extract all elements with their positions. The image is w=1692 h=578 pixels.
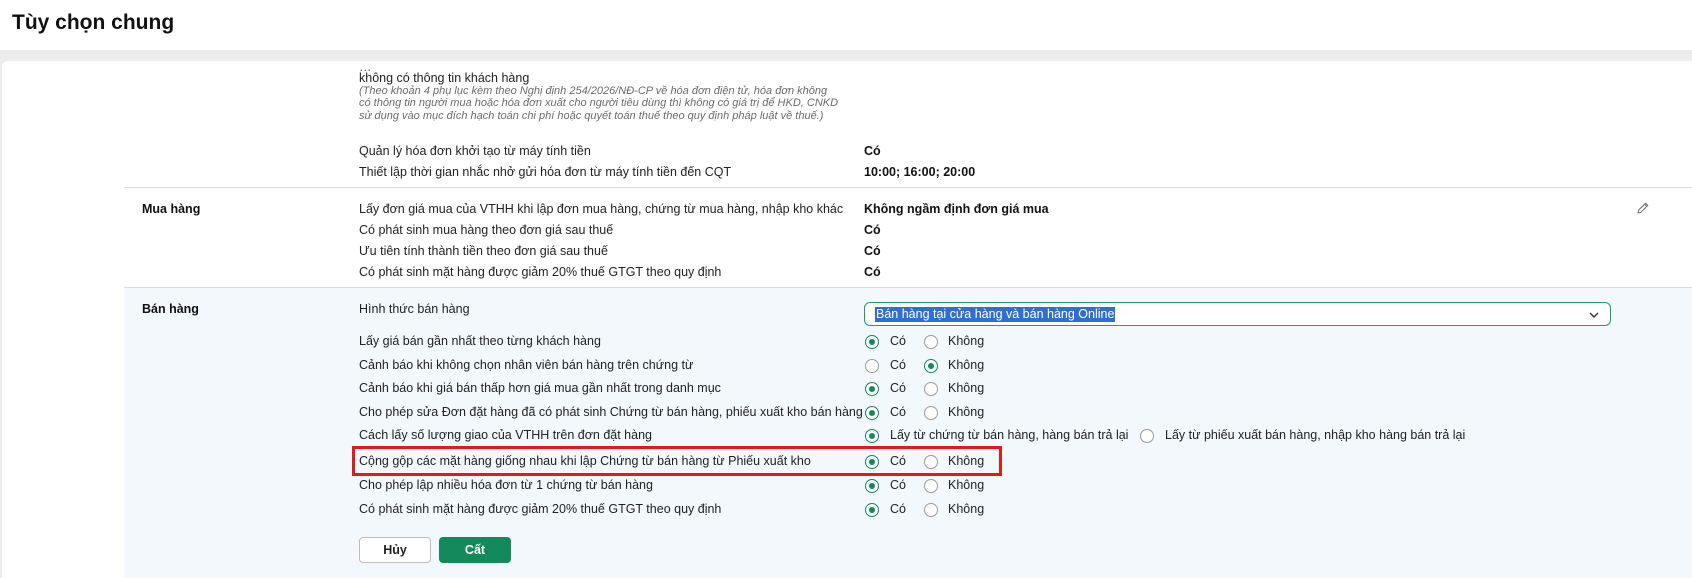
radio-yes[interactable]: [865, 503, 879, 517]
radio-yes-label: Có: [890, 334, 906, 348]
radio-option-1[interactable]: [865, 429, 879, 443]
setting-label: Có phát sinh mua hàng theo đơn giá sau t…: [359, 223, 614, 237]
sales-type-dropdown[interactable]: Bán hàng tại cửa hàng và bán hàng Online: [864, 302, 1611, 326]
setting-value: 10:00; 16:00; 20:00: [864, 165, 976, 179]
setting-value: Có: [864, 265, 881, 279]
radio-yes[interactable]: [865, 335, 879, 349]
page-header: Tùy chọn chung: [0, 0, 1692, 50]
setting-label: Cho phép lập nhiều hóa đơn từ 1 chứng từ…: [359, 478, 653, 492]
setting-label: Lấy đơn giá mua của VTHH khi lập đơn mua…: [359, 202, 844, 216]
setting-label: Cho phép sửa Đơn đặt hàng đã có phát sin…: [359, 405, 863, 419]
setting-value: Có: [864, 223, 881, 237]
setting-label: Có phát sinh mặt hàng được giảm 20% thuế…: [359, 265, 722, 279]
radio-no[interactable]: [924, 479, 938, 493]
radio-no[interactable]: [924, 335, 938, 349]
setting-value: Không ngầm định đơn giá mua: [864, 202, 1049, 216]
radio-option-2[interactable]: [1140, 429, 1154, 443]
setting-value: Có: [864, 244, 881, 258]
setting-label: Hình thức bán hàng: [359, 302, 470, 316]
radio-yes-label: Có: [890, 502, 906, 516]
radio-no-label: Không: [948, 381, 985, 395]
radio-no-label: Không: [948, 334, 985, 348]
radio-yes[interactable]: [865, 382, 879, 396]
radio-no-label: Không: [948, 502, 985, 516]
radio-yes[interactable]: [865, 406, 879, 420]
radio-no[interactable]: [924, 382, 938, 396]
radio-no[interactable]: [924, 503, 938, 517]
radio-yes-label: Có: [890, 358, 906, 372]
radio-no[interactable]: [924, 359, 938, 373]
setting-label: Cảnh báo khi không chọn nhân viên bán hà…: [359, 358, 694, 372]
radio-yes-label: Có: [890, 381, 906, 395]
section-title-mua-hang: Mua hàng: [142, 202, 201, 216]
legal-note: (Theo khoản 4 phụ lục kèm theo Nghị định…: [359, 85, 839, 122]
cancel-button[interactable]: Hủy: [359, 537, 431, 563]
dropdown-selected-value: Bán hàng tại cửa hàng và bán hàng Online: [875, 307, 1116, 322]
setting-label: Ưu tiên tính thành tiền theo đơn giá sau…: [359, 244, 608, 258]
setting-label: Cảnh báo khi giá bán thấp hơn giá mua gầ…: [359, 381, 721, 395]
setting-label: Lấy giá bán gần nhất theo từng khách hàn…: [359, 334, 601, 348]
section-divider: [124, 187, 1692, 188]
radio-option-2-label: Lấy từ phiếu xuất bán hàng, nhập kho hàn…: [1165, 428, 1466, 442]
radio-option-1-label: Lấy từ chứng từ bán hàng, hàng bán trả l…: [890, 428, 1129, 442]
radio-yes[interactable]: [865, 479, 879, 493]
setting-label: Thiết lập thời gian nhắc nhở gửi hóa đơn…: [359, 165, 732, 179]
radio-no-label: Không: [948, 405, 985, 419]
highlight-box: [352, 446, 1002, 476]
radio-no-label: Không: [948, 358, 985, 372]
radio-no-label: Không: [948, 478, 985, 492]
radio-yes-label: Có: [890, 478, 906, 492]
setting-value: Có: [864, 144, 881, 158]
radio-yes-label: Có: [890, 405, 906, 419]
page-title: Tùy chọn chung: [12, 11, 175, 34]
setting-label: Có phát sinh mặt hàng được giảm 20% thuế…: [359, 502, 722, 516]
setting-label: Quản lý hóa đơn khởi tạo từ máy tính tiề…: [359, 144, 591, 158]
save-button[interactable]: Cất: [439, 537, 511, 563]
radio-yes[interactable]: [865, 359, 879, 373]
pencil-icon[interactable]: [1636, 201, 1650, 215]
chevron-down-icon: [1589, 312, 1599, 318]
cut-off-label-continuation: không có thông tin khách hàng: [359, 71, 530, 85]
setting-label: Cách lấy số lượng giao của VTHH trên đơn…: [359, 428, 652, 442]
section-title-ban-hang: Bán hàng: [142, 302, 199, 316]
radio-no[interactable]: [924, 406, 938, 420]
